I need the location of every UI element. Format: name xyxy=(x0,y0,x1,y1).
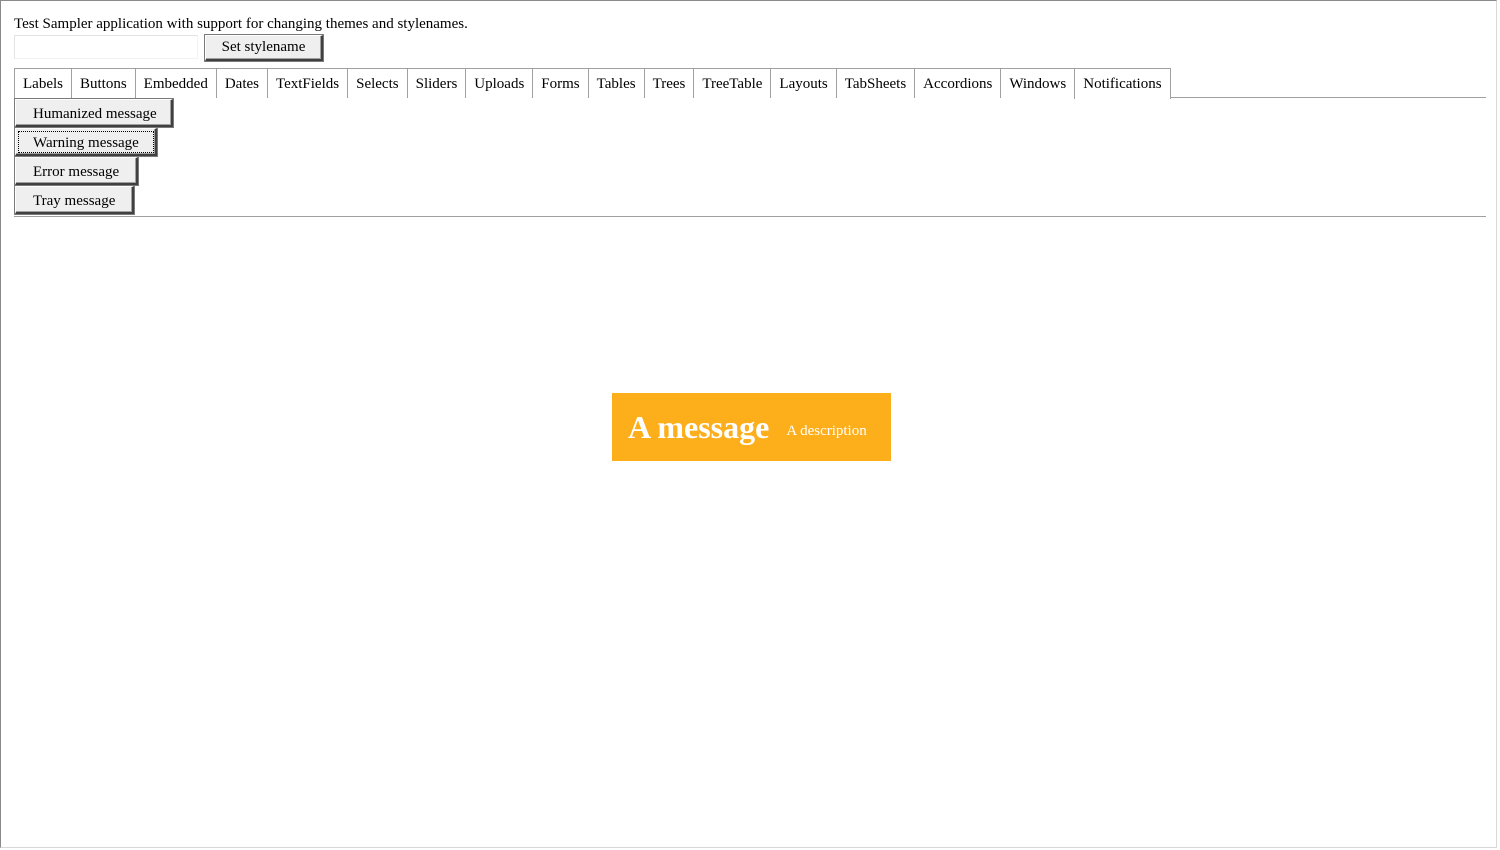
tab-tabsheets[interactable]: TabSheets xyxy=(835,69,915,98)
humanized-message-button[interactable]: Humanized message xyxy=(15,99,173,127)
notifications-tab-content: Humanized message Warning message Error … xyxy=(14,98,1486,217)
warning-notification[interactable]: A message A description xyxy=(612,393,891,461)
tab-notifications[interactable]: Notifications xyxy=(1074,69,1171,99)
tab-uploads[interactable]: Uploads xyxy=(465,69,533,98)
tab-labels[interactable]: Labels xyxy=(14,69,71,98)
tab-accordions[interactable]: Accordions xyxy=(914,69,1001,98)
error-message-button[interactable]: Error message xyxy=(15,157,138,185)
app-description: Test Sampler application with support fo… xyxy=(14,16,468,32)
warning-message-button[interactable]: Warning message xyxy=(15,128,157,156)
tab-embedded[interactable]: Embedded xyxy=(134,69,216,98)
tab-windows[interactable]: Windows xyxy=(1000,69,1075,98)
tab-layouts[interactable]: Layouts xyxy=(770,69,836,98)
stylename-input[interactable] xyxy=(14,35,198,59)
tab-treetable[interactable]: TreeTable xyxy=(693,69,771,98)
tab-sliders[interactable]: Sliders xyxy=(406,69,466,98)
tab-trees[interactable]: Trees xyxy=(643,69,694,98)
tab-selects[interactable]: Selects xyxy=(347,69,407,98)
tab-buttons[interactable]: Buttons xyxy=(70,69,135,98)
tray-message-button[interactable]: Tray message xyxy=(15,186,134,214)
tab-tables[interactable]: Tables xyxy=(587,69,644,98)
notification-description: A description xyxy=(786,422,867,439)
tab-forms[interactable]: Forms xyxy=(532,69,588,98)
notification-caption: A message xyxy=(628,409,770,445)
tab-list: Labels Buttons Embedded Dates TextFields… xyxy=(14,68,1171,99)
tab-textfields[interactable]: TextFields xyxy=(266,69,348,98)
tab-dates[interactable]: Dates xyxy=(215,69,267,98)
set-stylename-button[interactable]: Set stylename xyxy=(205,35,323,61)
tabsheet-tabbar: Labels Buttons Embedded Dates TextFields… xyxy=(14,68,1486,99)
